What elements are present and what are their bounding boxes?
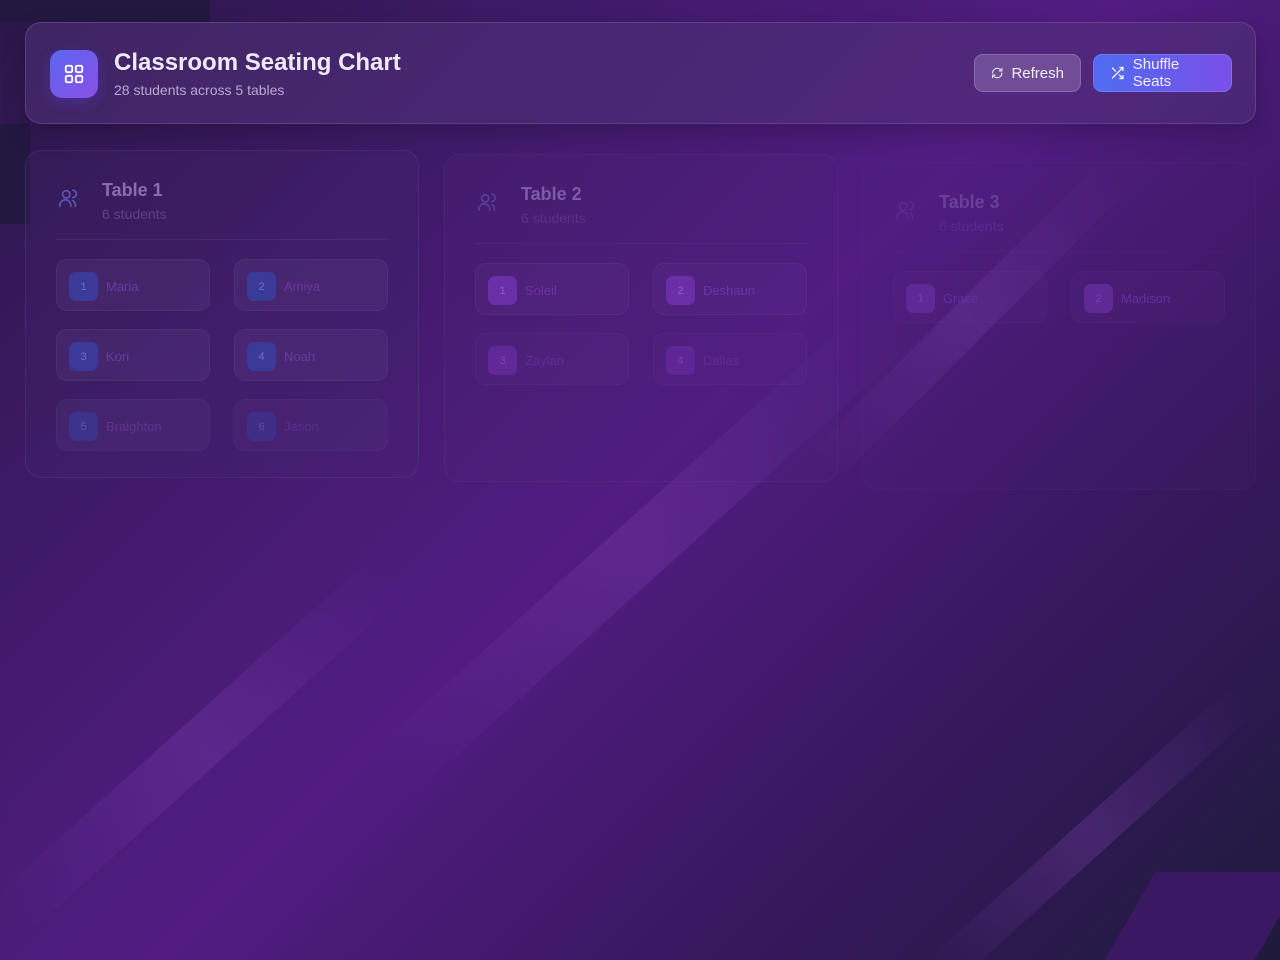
seat-card[interactable]: 2 Deshaun xyxy=(653,263,807,315)
refresh-button-label: Refresh xyxy=(1011,64,1064,82)
shuffle-seats-button[interactable]: Shuffle Seats xyxy=(1093,54,1232,92)
seat-number: 1 xyxy=(488,276,517,305)
table-title: Table 3 xyxy=(939,192,1000,212)
app-header: Classroom Seating Chart 28 students acro… xyxy=(25,22,1256,124)
users-icon xyxy=(478,193,497,212)
student-name: Jason xyxy=(284,419,319,434)
grid-icon xyxy=(64,64,84,84)
table-card-2: Table 2 6 students 1 Soleil 2 Deshaun 3 … xyxy=(444,154,838,482)
seat-number: 3 xyxy=(488,346,517,375)
student-name: Noah xyxy=(284,349,316,364)
app-logo xyxy=(50,50,98,98)
shuffle-seats-button-label: Shuffle Seats xyxy=(1132,56,1180,90)
student-name: Zaylan xyxy=(525,353,565,368)
seat-number: 1 xyxy=(69,272,98,301)
page-title: Classroom Seating Chart xyxy=(114,49,401,76)
seat-number: 3 xyxy=(69,342,98,371)
users-icon xyxy=(896,201,915,220)
student-name: Soleil xyxy=(525,283,557,298)
shuffle-icon xyxy=(1111,66,1124,80)
users-icon xyxy=(59,189,78,208)
seat-card[interactable]: 2 Madison xyxy=(1071,271,1225,323)
table-divider xyxy=(475,243,807,244)
table-title: Table 1 xyxy=(102,180,163,200)
table-card-3: Table 3 6 students 1 Grace 2 Madison xyxy=(862,162,1256,490)
seat-number: 4 xyxy=(247,342,276,371)
seat-card[interactable]: 3 Zaylan xyxy=(475,333,629,385)
seat-card[interactable]: 1 Grace xyxy=(893,271,1047,323)
student-name: Kori xyxy=(106,349,130,364)
student-name: Maria xyxy=(106,279,139,294)
refresh-icon xyxy=(992,67,1003,79)
refresh-button[interactable]: Refresh xyxy=(974,54,1081,92)
student-name: Grace xyxy=(943,291,979,306)
student-name: Dallas xyxy=(703,353,740,368)
seat-card[interactable]: 3 Kori xyxy=(56,329,210,381)
seat-card[interactable]: 6 Jason xyxy=(234,399,388,451)
seat-number: 2 xyxy=(247,272,276,301)
seat-card[interactable]: 4 Noah xyxy=(234,329,388,381)
table-student-count: 6 students xyxy=(521,210,586,226)
seat-card[interactable]: 2 Amiya xyxy=(234,259,388,311)
seat-card[interactable]: 1 Maria xyxy=(56,259,210,311)
seat-number: 5 xyxy=(69,412,98,441)
table-student-count: 6 students xyxy=(939,218,1004,234)
student-name: Madison xyxy=(1121,291,1171,306)
student-name: Braighton xyxy=(106,419,162,434)
table-card-1: Table 1 6 students 1 Maria 2 Amiya 3 Kor… xyxy=(25,150,419,478)
table-divider xyxy=(893,251,1225,252)
seat-card[interactable]: 5 Braighton xyxy=(56,399,210,451)
seat-number: 2 xyxy=(666,276,695,305)
seat-number: 1 xyxy=(906,284,935,313)
seat-number: 4 xyxy=(666,346,695,375)
table-divider xyxy=(56,239,388,240)
seat-card[interactable]: 1 Soleil xyxy=(475,263,629,315)
student-name: Deshaun xyxy=(703,283,756,298)
seat-number: 2 xyxy=(1084,284,1113,313)
student-name: Amiya xyxy=(284,279,321,294)
seat-number: 6 xyxy=(247,412,276,441)
page-subtitle: 28 students across 5 tables xyxy=(114,82,285,98)
table-title: Table 2 xyxy=(521,184,582,204)
table-student-count: 6 students xyxy=(102,206,167,222)
seat-card[interactable]: 4 Dallas xyxy=(653,333,807,385)
